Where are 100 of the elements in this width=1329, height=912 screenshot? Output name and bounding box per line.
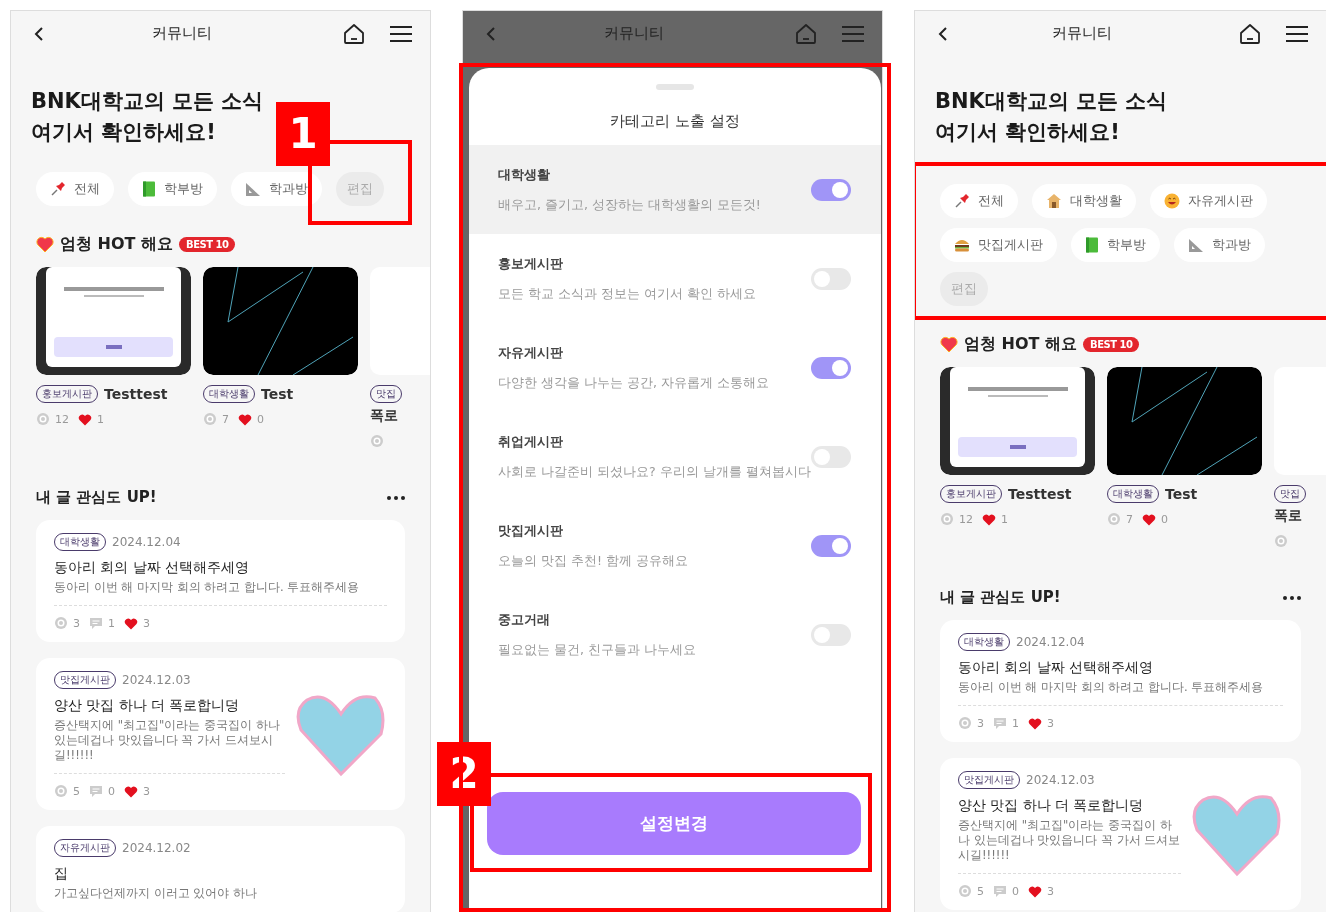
post-card[interactable]: 대학생활 2024.12.04 동아리 회의 날짜 선택해주세영 동아리 이번 해 마지막 회의 하려고 합니다. 투표해주세용 3 1 3 — [940, 620, 1301, 742]
category-description: 모든 학교 소식과 정보는 여기서 확인 하세요 — [498, 285, 757, 303]
category-row[interactable]: 맛집게시판 오늘의 맛집 추천! 함께 공유해요 — [469, 501, 881, 590]
post-title: 양산 맛집 하나 더 폭로합니덩 — [958, 797, 1145, 815]
post-title[interactable]: 폭로 — [1274, 507, 1302, 525]
menu-icon[interactable] — [390, 24, 412, 43]
eye-icon — [54, 784, 68, 798]
like-count: 3 — [1047, 884, 1054, 898]
post-excerpt: 동아리 이번 해 마지막 회의 하려고 합니다. 투표해주세용 — [958, 680, 1265, 695]
category-description: 사회로 나갈준비 되셨나요? 우리의 날개를 펼쳐봅시다 — [498, 463, 811, 481]
eye-icon — [36, 412, 50, 426]
house-icon — [1046, 193, 1062, 209]
eye-icon — [1274, 534, 1288, 548]
category-chip[interactable]: 자유게시판 — [1150, 184, 1267, 218]
toggle-switch[interactable] — [810, 534, 851, 557]
post-date: 2024.12.03 — [1026, 773, 1095, 787]
triangle-ruler-icon — [1188, 237, 1204, 253]
book-icon — [1085, 237, 1099, 253]
like-count: 3 — [1047, 716, 1054, 730]
post-title: 동아리 회의 날짜 선택해주세영 — [958, 659, 1154, 677]
view-count: 12 — [959, 512, 973, 526]
category-chip[interactable]: 학부방 — [128, 172, 217, 206]
category-name: 자유게시판 — [498, 343, 564, 362]
like-count: 0 — [257, 412, 264, 426]
view-count: 7 — [222, 412, 229, 426]
post-card[interactable]: 대학생활 2024.12.04 동아리 회의 날짜 선택해주세영 동아리 이번 해 마지막 회의 하려고 합니다. 투표해주세용 3 1 3 — [36, 520, 405, 642]
section-title: 엄청 HOT 해요 — [964, 334, 1078, 355]
like-icon — [1028, 884, 1042, 898]
post-date: 2024.12.02 — [122, 841, 191, 855]
view-count: 5 — [73, 784, 80, 798]
comment-icon — [89, 616, 103, 630]
post-excerpt: 증산택지에 "최고집"이라는 중국집이 하나 있는데겁나 맛있읍니다 꼭 가서 드셔보시길!!!!!! — [54, 718, 281, 763]
category-row[interactable]: 홍보게시판 모든 학교 소식과 정보는 여기서 확인 하세요 — [469, 234, 881, 323]
post-title[interactable]: Testtest — [1008, 486, 1072, 502]
post-title[interactable]: 폭로 — [370, 407, 398, 425]
comment-icon — [89, 784, 103, 798]
like-icon — [124, 784, 138, 798]
post-card[interactable]: 맛집게시판 2024.12.03 양산 맛집 하나 더 폭로합니덩 증산택지에 "최고집"이라는 중국집이 하나 있는데겁나 맛있읍니다 꼭 가서 드셔보시길!!!!!! 5 0 3 — [36, 658, 405, 810]
category-chip[interactable]: 전체 — [36, 172, 114, 206]
category-description: 다양한 생각을 나누는 공간, 자유롭게 소통해요 — [498, 374, 770, 392]
post-card[interactable]: 맛집게시판 2024.12.03 양산 맛집 하나 더 폭로합니덩 증산택지에 "최고집"이라는 중국집이 하나 있는데겁나 맛있읍니다 꼭 가서 드셔보시길!!!!!! 5 0 3 — [940, 758, 1301, 910]
category-row[interactable]: 대학생활 배우고, 즐기고, 성장하는 대학생활의 모든것! — [469, 145, 881, 234]
post-card[interactable]: 자유게시판 2024.12.02 집 가고싶다언제까지 이러고 있어야 하나 — [36, 826, 405, 912]
category-chip[interactable]: 학부방 — [1071, 228, 1160, 262]
heart-icon — [940, 336, 958, 353]
heart-icon — [36, 236, 54, 253]
post-date: 2024.12.04 — [1016, 635, 1085, 649]
back-icon[interactable] — [33, 25, 45, 42]
screen-title: 커뮤니티 — [602, 24, 665, 43]
like-count: 0 — [1161, 512, 1168, 526]
pushpin-icon — [954, 193, 970, 209]
more-icon[interactable] — [387, 495, 405, 500]
category-row[interactable]: 자유게시판 다양한 생각을 나누는 공간, 자유롭게 소통해요 — [469, 323, 881, 412]
like-count: 1 — [1001, 512, 1008, 526]
view-count: 5 — [977, 884, 984, 898]
headline: BNK대학교의 모든 소식 여기서 확인하세요! — [935, 88, 1168, 146]
category-description: 오늘의 맛집 추천! 함께 공유해요 — [498, 552, 689, 570]
category-chip[interactable]: 전체 — [940, 184, 1018, 218]
comment-count: 0 — [1012, 884, 1019, 898]
category-chip[interactable]: 대학생활 — [1032, 184, 1136, 218]
post-title[interactable]: Test — [1165, 486, 1198, 502]
eye-icon — [1107, 512, 1121, 526]
toggle-switch[interactable] — [810, 178, 851, 201]
category-name: 중고거래 — [498, 610, 551, 629]
drag-handle[interactable] — [655, 84, 694, 90]
sheet-title: 카테고리 노출 설정 — [609, 112, 741, 131]
eye-icon — [958, 884, 972, 898]
category-name: 취업게시판 — [498, 432, 564, 451]
like-icon — [1142, 512, 1156, 526]
post-title: 양산 맛집 하나 더 폭로합니덩 — [54, 697, 241, 715]
post-excerpt: 가고싶다언제까지 이러고 있어야 하나 — [54, 886, 258, 901]
category-name: 대학생활 — [498, 165, 551, 184]
category-row[interactable]: 취업게시판 사회로 나갈준비 되셨나요? 우리의 날개를 펼쳐봅시다 — [469, 412, 881, 501]
like-icon — [1028, 716, 1042, 730]
category-chip[interactable]: 맛집게시판 — [940, 228, 1057, 262]
eye-icon — [370, 434, 384, 448]
triangle-ruler-icon — [245, 181, 261, 197]
eye-icon — [203, 412, 217, 426]
menu-icon[interactable] — [1286, 24, 1308, 43]
toggle-switch[interactable] — [810, 356, 851, 379]
view-count: 3 — [73, 616, 80, 630]
comment-icon — [993, 884, 1007, 898]
section-title: 내 글 관심도 UP! — [940, 588, 1061, 607]
like-icon — [238, 412, 252, 426]
post-title[interactable]: Testtest — [104, 386, 168, 402]
category-chip[interactable]: 학과방 — [231, 172, 322, 206]
back-icon[interactable] — [937, 25, 949, 42]
comment-count: 1 — [1012, 716, 1019, 730]
category-chip[interactable]: 학과방 — [1174, 228, 1265, 262]
home-icon[interactable] — [1238, 21, 1262, 46]
headline: BNK대학교의 모든 소식 여기서 확인하세요! — [31, 88, 264, 146]
category-description: 배우고, 즐기고, 성장하는 대학생활의 모든것! — [498, 196, 762, 214]
post-title[interactable]: Test — [261, 386, 294, 402]
category-name: 홍보게시판 — [498, 254, 564, 273]
category-row[interactable]: 중고거래 필요없는 물건, 친구들과 나누세요 — [469, 590, 881, 679]
view-count: 3 — [977, 716, 984, 730]
home-icon[interactable] — [342, 21, 366, 46]
like-count: 1 — [97, 412, 104, 426]
more-icon[interactable] — [1283, 595, 1301, 600]
post-title: 동아리 회의 날짜 선택해주세영 — [54, 559, 250, 577]
